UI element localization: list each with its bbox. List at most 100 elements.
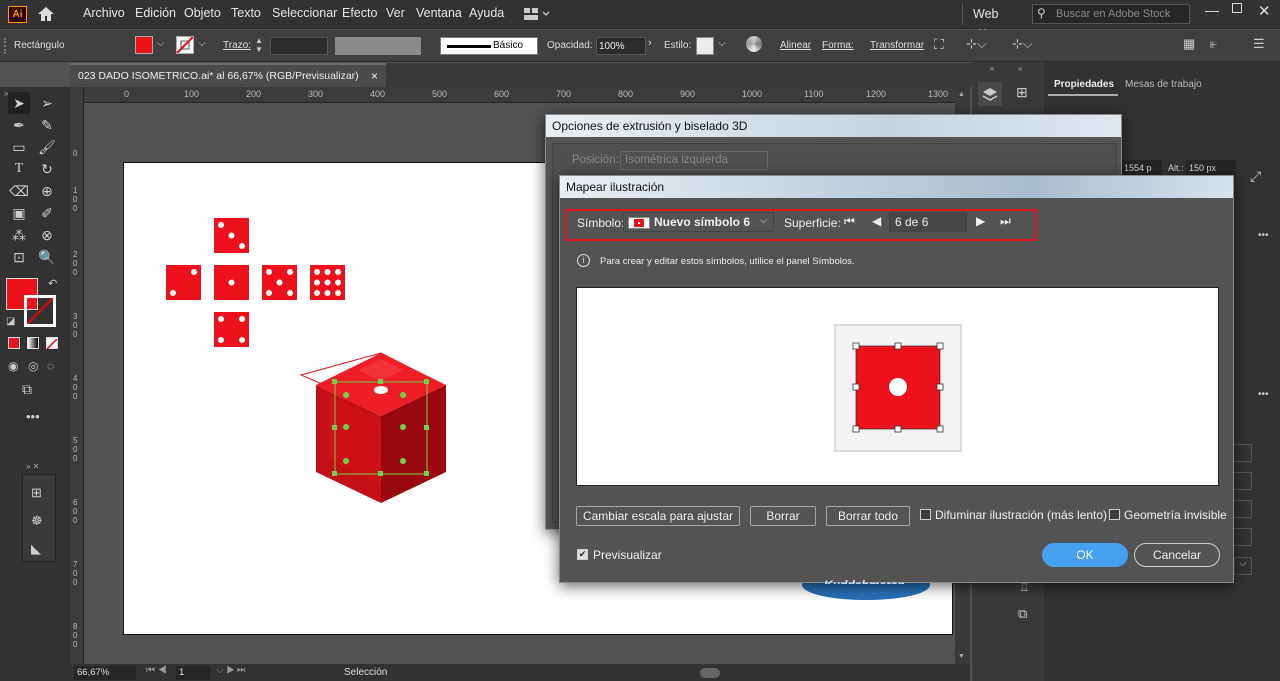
stroke-label[interactable]: Trazo: bbox=[223, 40, 251, 51]
cancel-button[interactable]: Cancelar bbox=[1134, 543, 1220, 567]
horizontal-scroll-thumb[interactable] bbox=[700, 668, 720, 678]
position-select[interactable]: Isométrica izquierda bbox=[620, 151, 768, 170]
stroke-weight-stepper[interactable]: ▲ ▼ bbox=[255, 36, 269, 56]
eraser-tool-icon[interactable]: ⌫ bbox=[8, 180, 30, 202]
brush-definition[interactable]: Básico bbox=[440, 37, 538, 55]
selection-tool-icon[interactable]: ➤ bbox=[8, 92, 30, 114]
gradient-mode-icon[interactable] bbox=[27, 337, 39, 349]
next-artboard-icon[interactable]: ⌵ ▶ ⏭ bbox=[216, 665, 245, 676]
preview-checkbox[interactable]: ✔ bbox=[577, 549, 588, 560]
zoom-tool-icon[interactable]: 🔍 bbox=[36, 246, 58, 268]
stroke-color-swatch[interactable] bbox=[176, 36, 194, 54]
next-surface-icon[interactable]: ▶ bbox=[976, 214, 985, 228]
artboard-tool-icon[interactable]: ⊡ bbox=[8, 246, 30, 268]
swap-colors-icon[interactable]: ↶ bbox=[48, 277, 57, 290]
chevron-down-icon[interactable]: ⌵ bbox=[198, 38, 206, 49]
pathfinder-icon[interactable]: ⊞ bbox=[31, 485, 42, 501]
screen-mode-icon[interactable]: ⧉ bbox=[22, 381, 32, 398]
menu-ventana[interactable]: Ventana bbox=[416, 6, 462, 20]
gradient-tool-icon[interactable]: ▣ bbox=[8, 202, 30, 224]
document-tab[interactable]: 023 DADO ISOMETRICO.ai* al 66,67% (RGB/P… bbox=[70, 63, 386, 87]
artboards-panel-icon[interactable]: ⊞ bbox=[1016, 84, 1028, 101]
pen-tool-icon[interactable]: ✒ bbox=[8, 114, 30, 136]
transform-link[interactable]: Transformar bbox=[870, 40, 924, 51]
home-icon[interactable] bbox=[36, 5, 56, 23]
draw-inside-icon[interactable]: ◌ bbox=[47, 359, 54, 373]
layers-icon[interactable]: ◣ bbox=[31, 541, 41, 557]
panel-options-icon[interactable]: ⫦ bbox=[1210, 36, 1217, 52]
paintbrush-tool-icon[interactable]: 🖌 bbox=[36, 136, 58, 158]
direct-selection-tool-icon[interactable]: ➢ bbox=[36, 92, 58, 114]
face-five[interactable] bbox=[262, 265, 297, 300]
zoom-field[interactable]: 66,67% bbox=[74, 666, 136, 680]
arrange-documents-icon[interactable] bbox=[524, 7, 550, 21]
menu-texto[interactable]: Texto bbox=[231, 6, 261, 20]
minimize-button[interactable]: — bbox=[1205, 2, 1219, 18]
eyedropper-tool-icon[interactable]: ✐ bbox=[36, 202, 58, 224]
draw-normal-icon[interactable]: ◉ bbox=[8, 359, 18, 373]
symbol-sprayer-tool-icon[interactable]: ⊗ bbox=[36, 224, 58, 246]
first-artboard-icon[interactable]: ⏮ ◀ bbox=[146, 665, 167, 676]
blend-tool-icon[interactable]: ⁂ bbox=[8, 224, 30, 246]
dock-collapse-icon[interactable]: « bbox=[990, 64, 994, 73]
face-six[interactable] bbox=[310, 265, 345, 300]
scale-to-fit-button[interactable]: Cambiar escala para ajustar bbox=[576, 506, 740, 526]
clear-button[interactable]: Borrar bbox=[750, 506, 816, 526]
none-mode-icon[interactable] bbox=[46, 337, 58, 350]
recolor-icon[interactable] bbox=[746, 36, 762, 52]
first-surface-icon[interactable]: ⏮ bbox=[844, 214, 855, 229]
clear-all-button[interactable]: Borrar todo bbox=[826, 506, 910, 526]
isometric-die[interactable] bbox=[299, 352, 446, 503]
more-options-icon[interactable]: ••• bbox=[1258, 230, 1269, 241]
curvature-tool-icon[interactable]: ✎ bbox=[36, 114, 58, 136]
shade-artwork-checkbox[interactable] bbox=[920, 509, 931, 520]
export-dock-icon[interactable]: ⧉ bbox=[1018, 606, 1027, 622]
menu-ver[interactable]: Ver bbox=[386, 6, 405, 20]
fill-color-swatch[interactable] bbox=[135, 36, 153, 54]
stock-search[interactable]: ⚲ Buscar en Adobe Stock bbox=[1032, 4, 1190, 24]
menu-ayuda[interactable]: Ayuda bbox=[469, 6, 504, 20]
previous-surface-icon[interactable]: ◀ bbox=[872, 214, 881, 228]
close-tab-button[interactable]: × bbox=[371, 69, 378, 83]
draw-behind-icon[interactable]: ◎ bbox=[28, 359, 38, 373]
stroke-weight-field[interactable] bbox=[270, 37, 328, 55]
restore-button[interactable] bbox=[1232, 3, 1242, 13]
face-three[interactable] bbox=[214, 218, 249, 253]
rotate-tool-icon[interactable]: ↻ bbox=[36, 158, 58, 180]
shape-link[interactable]: Forma: bbox=[822, 40, 854, 51]
tab-properties[interactable]: Propiedades bbox=[1054, 79, 1114, 90]
menu-efecto[interactable]: Efecto bbox=[342, 6, 377, 20]
constrain-icon[interactable]: ⤢ bbox=[1250, 168, 1261, 185]
default-colors-icon[interactable]: ◪ bbox=[6, 316, 15, 327]
tab-artboards[interactable]: Mesas de trabajo bbox=[1125, 79, 1202, 90]
type-tool-icon[interactable]: T bbox=[8, 158, 30, 180]
symbol-select[interactable]: Nuevo símbolo 6 ⌵ bbox=[623, 212, 774, 232]
arrange-icon[interactable]: ▦ bbox=[1183, 36, 1195, 52]
stroke-swatch[interactable] bbox=[24, 295, 56, 327]
face-four[interactable] bbox=[214, 312, 249, 347]
search-input[interactable]: Buscar en Adobe Stock bbox=[1056, 8, 1170, 20]
layers-stack-icon[interactable] bbox=[978, 82, 1002, 106]
workspace-switcher[interactable]: Web ⌵ bbox=[962, 3, 1022, 34]
menu-objeto[interactable]: Objeto bbox=[184, 6, 221, 20]
rectangle-tool-icon[interactable]: ▭ bbox=[8, 136, 30, 158]
more-tools-icon[interactable]: ••• bbox=[26, 409, 40, 424]
surface-preview[interactable] bbox=[576, 287, 1219, 486]
ok-button[interactable]: OK bbox=[1042, 543, 1128, 567]
face-one[interactable] bbox=[214, 265, 249, 300]
menu-archivo[interactable]: Archivo bbox=[83, 6, 125, 20]
chevron-down-icon[interactable]: ⌵ bbox=[157, 38, 165, 49]
variable-width-profile[interactable] bbox=[335, 37, 421, 55]
menu-seleccionar[interactable]: Seleccionar bbox=[272, 6, 337, 20]
envelope-icon[interactable]: ⊹⌵ bbox=[1012, 36, 1033, 52]
surface-field[interactable]: 6 de 6 bbox=[889, 212, 967, 232]
menu-edicion[interactable]: Edición bbox=[135, 6, 176, 20]
artboard-number-field[interactable]: 1 bbox=[176, 666, 210, 680]
invisible-geometry-checkbox[interactable] bbox=[1109, 509, 1120, 520]
shape-builder-tool-icon[interactable]: ⊕ bbox=[36, 180, 58, 202]
close-window-button[interactable]: ✕ bbox=[1258, 2, 1271, 20]
chevron-down-icon[interactable]: ⌵ bbox=[718, 38, 726, 49]
status-tool[interactable]: Selección bbox=[344, 667, 387, 678]
transform-again-icon[interactable]: ⊹⌵ bbox=[966, 36, 987, 52]
color-mode-icon[interactable] bbox=[8, 337, 20, 349]
